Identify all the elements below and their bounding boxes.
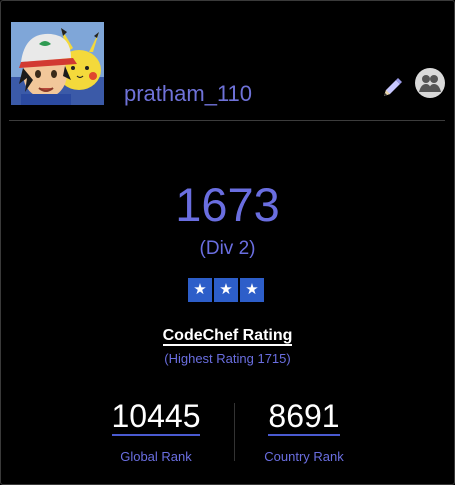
rating-title: CodeChef Rating bbox=[1, 326, 454, 346]
avatar[interactable] bbox=[11, 22, 104, 105]
star-rating: ★ ★ ★ bbox=[188, 278, 265, 302]
profile-card: pratham_110 1673 (Div 2) ★ ★ ★ CodeChef … bbox=[0, 0, 455, 485]
rating-title-text: CodeChef Rating bbox=[162, 327, 293, 346]
global-rank-label: Global Rank bbox=[120, 449, 192, 464]
rating-value: 1673 bbox=[175, 178, 280, 231]
star-icon: ★ bbox=[240, 278, 264, 302]
division-label: (Div 2) bbox=[199, 238, 256, 259]
global-rank-value[interactable]: 10445 bbox=[111, 398, 201, 436]
highest-rating: (Highest Rating 1715) bbox=[164, 351, 291, 366]
country-rank: 8691 Country Rank bbox=[224, 398, 384, 465]
star-icon: ★ bbox=[214, 278, 238, 302]
friends-icon[interactable] bbox=[415, 68, 445, 98]
country-rank-label: Country Rank bbox=[264, 449, 344, 464]
country-rank-value[interactable]: 8691 bbox=[268, 398, 340, 436]
username[interactable]: pratham_110 bbox=[124, 81, 252, 107]
pencil-icon[interactable] bbox=[381, 77, 403, 99]
avatar-image bbox=[11, 22, 104, 105]
star-icon: ★ bbox=[188, 278, 212, 302]
global-rank: 10445 Global Rank bbox=[76, 398, 236, 465]
header-divider bbox=[9, 120, 445, 121]
